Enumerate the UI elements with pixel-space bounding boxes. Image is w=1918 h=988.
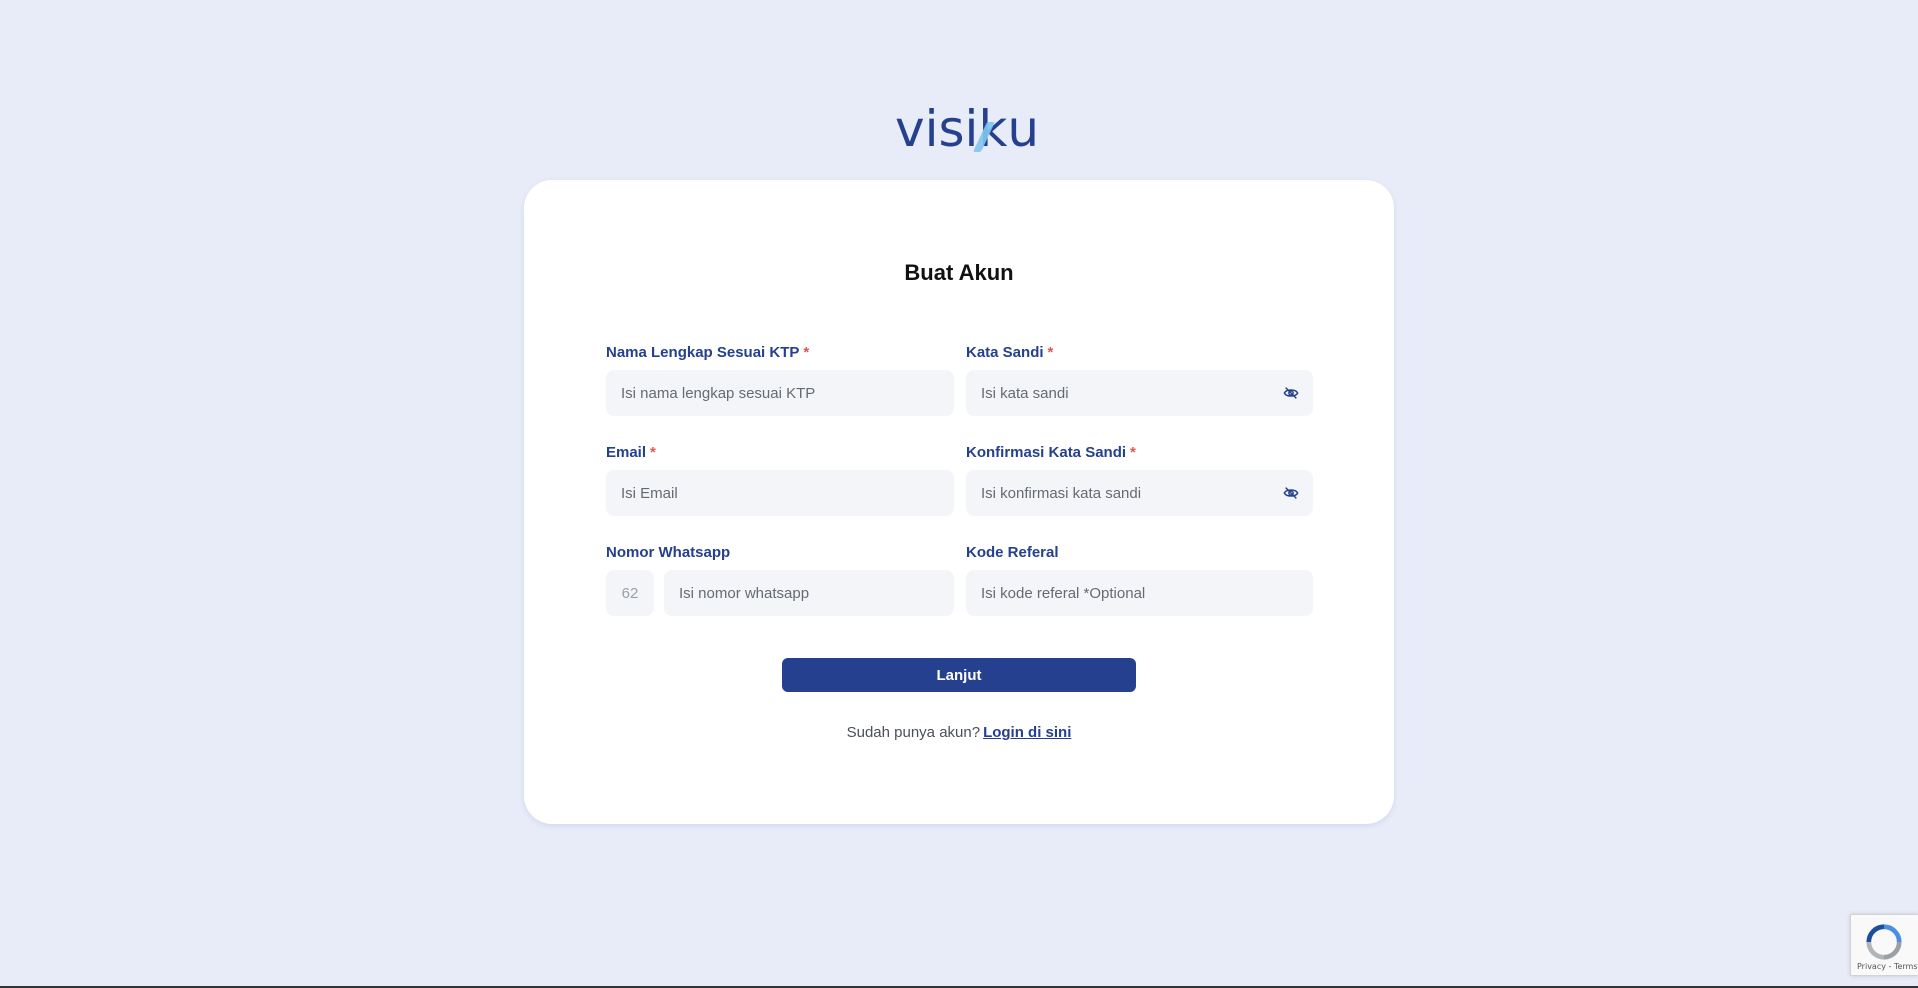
nama-label-text: Nama Lengkap Sesuai KTP xyxy=(606,344,800,361)
recaptcha-terms[interactable]: Privacy - Terms xyxy=(1857,962,1918,971)
email-label-text: Email xyxy=(606,444,647,461)
field-nama: Nama Lengkap Sesuai KTP * Isi nama lengka… xyxy=(606,344,954,416)
field-whatsapp: Nomor Whatsapp 62 Isi nomor whatsapp xyxy=(606,544,954,616)
visiku-logo: visi k u xyxy=(895,100,1039,158)
email-placeholder: Isi Email xyxy=(621,484,678,502)
email-input[interactable]: Isi Email xyxy=(606,470,954,516)
email-label: Email * xyxy=(606,444,954,464)
login-prompt: Sudah punya akun? Login di sini xyxy=(524,724,1394,741)
whatsapp-label: Nomor Whatsapp xyxy=(606,544,954,564)
register-card: Buat Akun Nama Lengkap Sesuai KTP * Isi n… xyxy=(524,180,1394,824)
referal-label-text: Kode Referal xyxy=(966,544,1059,561)
konfirmasi-placeholder: Isi konfirmasi kata sandi xyxy=(981,484,1142,502)
whatsapp-placeholder: Isi nomor whatsapp xyxy=(679,584,810,602)
sandi-label: Kata Sandi * xyxy=(966,344,1313,364)
referal-label: Kode Referal xyxy=(966,544,1313,564)
referal-input[interactable]: Isi kode referal *Optional xyxy=(966,570,1313,616)
konfirmasi-label-text: Konfirmasi Kata Sandi xyxy=(966,444,1127,461)
konfirmasi-input[interactable]: Isi konfirmasi kata sandi xyxy=(966,470,1313,516)
sandi-label-text: Kata Sandi xyxy=(966,344,1044,361)
sandi-placeholder: Isi kata sandi xyxy=(981,384,1069,402)
field-email: Email * Isi Email xyxy=(606,444,954,516)
referal-placeholder: Isi kode referal *Optional xyxy=(981,584,1146,602)
login-link[interactable]: Login di sini xyxy=(983,724,1071,741)
country-code-prefix: 62 xyxy=(606,570,654,616)
sandi-input[interactable]: Isi kata sandi xyxy=(966,370,1313,416)
nama-placeholder: Isi nama lengkap sesuai KTP xyxy=(621,384,816,402)
required-marker: * xyxy=(1047,344,1054,361)
field-sandi: Kata Sandi * Isi kata sandi xyxy=(966,344,1313,416)
nama-label: Nama Lengkap Sesuai KTP * xyxy=(606,344,954,364)
recaptcha-icon xyxy=(1866,924,1902,960)
required-marker: * xyxy=(803,344,810,361)
field-referal: Kode Referal Isi kode referal *Optional xyxy=(966,544,1313,616)
logo-text-pre: visi xyxy=(895,100,979,158)
page-title: Buat Akun xyxy=(904,260,1014,285)
logo-text-k: k xyxy=(978,100,1008,158)
eye-off-icon[interactable] xyxy=(1283,485,1299,501)
required-marker: * xyxy=(650,444,656,461)
field-konfirmasi: Konfirmasi Kata Sandi * Isi konfirmasi ka… xyxy=(966,444,1313,516)
whatsapp-row: 62 Isi nomor whatsapp xyxy=(606,570,954,616)
logo-text-post: u xyxy=(1007,100,1040,158)
recaptcha-badge[interactable]: Privacy - Terms xyxy=(1850,914,1918,976)
lanjut-button[interactable]: Lanjut xyxy=(782,658,1136,692)
konfirmasi-label: Konfirmasi Kata Sandi * xyxy=(966,444,1313,464)
required-marker: * xyxy=(1130,444,1136,461)
whatsapp-input[interactable]: Isi nomor whatsapp xyxy=(664,570,954,616)
eye-off-icon[interactable] xyxy=(1283,385,1299,401)
nama-input[interactable]: Isi nama lengkap sesuai KTP xyxy=(606,370,954,416)
login-prompt-text: Sudah punya akun? xyxy=(846,724,981,741)
whatsapp-label-text: Nomor Whatsapp xyxy=(606,544,731,561)
